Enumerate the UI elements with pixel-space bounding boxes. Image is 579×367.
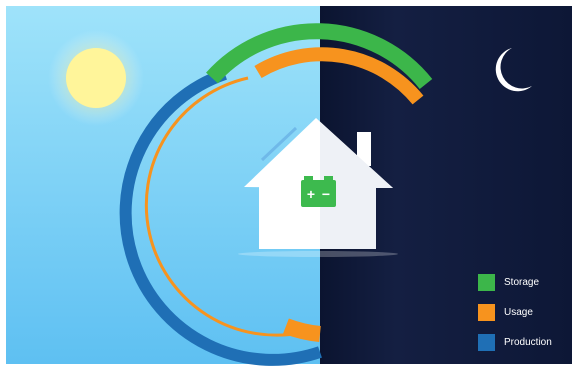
- usage-arc-bottom: [283, 318, 321, 342]
- battery-minus: −: [322, 186, 330, 202]
- usage-swatch: [478, 303, 495, 321]
- legend-item-usage: Usage: [478, 302, 578, 322]
- storage-swatch: [478, 273, 495, 291]
- legend-label: Storage: [504, 276, 540, 288]
- legend-label: Usage: [504, 306, 533, 318]
- legend-label: Production: [504, 336, 552, 348]
- battery-plus: +: [307, 186, 315, 202]
- energy-illustration: + − Storage Usage Production: [0, 0, 579, 367]
- production-swatch: [478, 333, 495, 351]
- legend-item-production: Production: [478, 332, 578, 352]
- battery-icon: + −: [301, 176, 336, 207]
- sun-icon: [48, 30, 144, 126]
- legend-item-storage: Storage: [478, 272, 578, 292]
- legend: Storage Usage Production: [478, 272, 578, 362]
